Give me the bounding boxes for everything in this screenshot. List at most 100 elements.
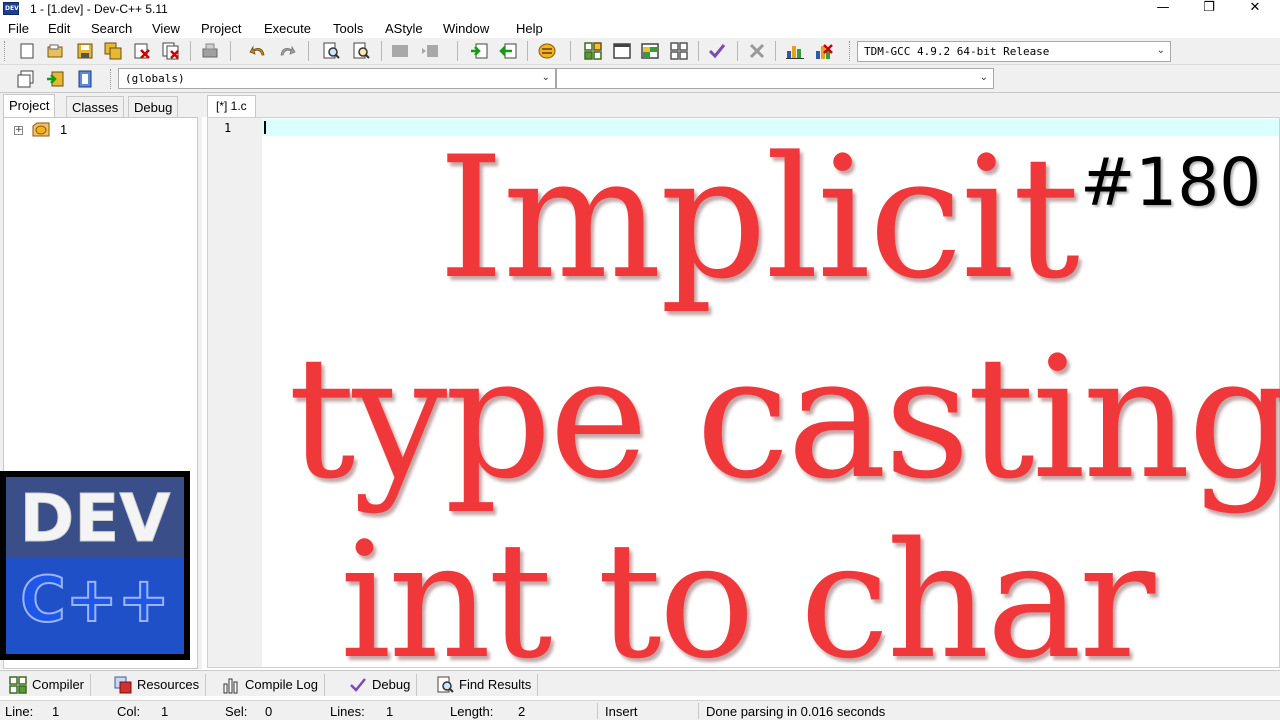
tab-compile-log[interactable]: Compile Log [215,674,325,696]
save-icon[interactable] [76,42,94,60]
toolbar-separator [737,41,738,61]
menu-edit[interactable]: Edit [48,21,70,36]
status-separator [698,703,699,719]
toolbar-separator [570,41,571,61]
delete-profile-icon[interactable] [815,42,833,60]
toggle-bookmark-icon[interactable] [391,42,409,60]
tree-expander[interactable]: + [14,126,23,135]
find-icon[interactable] [322,42,340,60]
scope-select[interactable]: (globals) ⌄ [118,68,556,89]
tab-resources-label: Resources [137,677,200,692]
replace-icon[interactable] [352,42,370,60]
status-col-label: Col: [117,704,141,719]
devcpp-logo: DEV C++ [0,471,190,660]
menu-tools[interactable]: Tools [333,21,363,36]
menu-project[interactable]: Project [201,21,241,36]
resources-icon [114,676,132,694]
toolbar-grip[interactable] [4,41,7,61]
text-caret [264,121,266,134]
logo-dev-text: DEV [20,480,171,557]
status-lines-label: Lines: [330,704,365,719]
menu-bar: File Edit Search View Project Execute To… [0,18,1280,38]
compiler-select-value: TDM-GCC 4.9.2 64-bit Release [864,45,1050,58]
overlay-title-line2: type casting [288,320,1280,516]
toolbar-separator [527,41,528,61]
goto-line-icon[interactable] [76,70,94,88]
compile-run-icon[interactable] [641,42,659,60]
status-separator [597,703,598,719]
line-number: 1 [224,121,232,135]
menu-window[interactable]: Window [443,21,489,36]
app-icon: DEV [3,2,19,15]
run-icon[interactable] [613,42,631,60]
menu-file[interactable]: File [8,21,29,36]
debug-check-icon [350,678,366,692]
rebuild-all-icon[interactable] [670,42,688,60]
scope-select-value: (globals) [125,72,185,85]
tab-find-results[interactable]: Find Results [429,674,539,696]
overlay-episode-number: #180 [1080,144,1262,221]
tree-node-project[interactable]: 1 [60,122,67,137]
title-bar: DEV 1 - [1.dev] - Dev-C++ 5.11 — ❐ ✕ [0,0,1280,18]
menu-astyle[interactable]: AStyle [385,21,423,36]
find-results-icon [437,676,454,693]
remove-from-project-icon[interactable] [499,42,517,60]
minimize-button[interactable]: — [1140,0,1186,18]
tab-file-1c[interactable]: [*] 1.c [207,95,256,117]
toolbar-separator [775,41,776,61]
toggle-breakpoint-icon[interactable] [46,70,64,88]
profile-icon[interactable] [786,42,804,60]
status-line-label: Line: [5,704,34,719]
main-toolbar: TDM-GCC 4.9.2 64-bit Release ⌄ [0,38,1280,65]
editor-tab-strip: [*] 1.c [202,93,1280,117]
compiler-select[interactable]: TDM-GCC 4.9.2 64-bit Release ⌄ [857,41,1171,62]
tab-resources[interactable]: Resources [107,674,207,696]
toolbar-separator [698,41,699,61]
chevron-down-icon: ⌄ [1156,45,1165,56]
stop-execution-icon[interactable] [748,42,766,60]
goto-bookmark-icon[interactable] [421,42,439,60]
compile-log-icon [223,678,238,694]
tab-debug-output[interactable]: Debug [342,674,418,696]
overlay-title-line3: int to char [340,507,1155,694]
tab-compiler-label: Compiler [32,677,85,692]
open-file-icon[interactable] [46,42,64,60]
syntax-check-icon[interactable] [708,42,726,60]
app-icon-text: DEV [5,5,19,12]
print-icon[interactable] [201,42,219,60]
maximize-button[interactable]: ❐ [1186,0,1232,18]
insert-icon[interactable] [17,70,35,88]
status-line-value: 1 [52,704,60,719]
toolbar-separator [457,41,458,61]
toolbar-separator [381,41,382,61]
tab-compiler[interactable]: Compiler [2,674,92,696]
redo-icon[interactable] [278,42,296,60]
toolbar-grip[interactable] [110,69,113,89]
new-file-icon[interactable] [18,42,36,60]
tab-debug[interactable]: Debug [128,96,179,117]
tab-classes[interactable]: Classes [66,96,125,117]
status-message: Done parsing in 0.016 seconds [706,704,886,719]
compiler-icon [9,676,27,694]
menu-help[interactable]: Help [516,21,543,36]
close-file-icon[interactable] [133,42,151,60]
menu-view[interactable]: View [152,21,180,36]
undo-icon[interactable] [249,42,267,60]
add-to-project-icon[interactable] [470,42,488,60]
toolbar-grip[interactable] [849,41,852,61]
tab-project[interactable]: Project [3,94,56,117]
compile-icon[interactable] [584,42,602,60]
menu-execute[interactable]: Execute [264,21,311,36]
project-options-icon[interactable] [538,42,556,60]
toolbar-separator [308,41,309,61]
status-insert-mode: Insert [605,704,638,719]
tab-debug-output-label: Debug [372,677,411,692]
save-all-icon[interactable] [104,42,122,60]
close-all-icon[interactable] [162,42,180,60]
status-sel-label: Sel: [225,704,248,719]
menu-search[interactable]: Search [91,21,132,36]
close-button[interactable]: ✕ [1232,0,1278,18]
secondary-toolbar: (globals) ⌄ ⌄ [0,65,1280,93]
status-col-value: 1 [161,704,169,719]
symbol-select[interactable]: ⌄ [556,68,994,89]
